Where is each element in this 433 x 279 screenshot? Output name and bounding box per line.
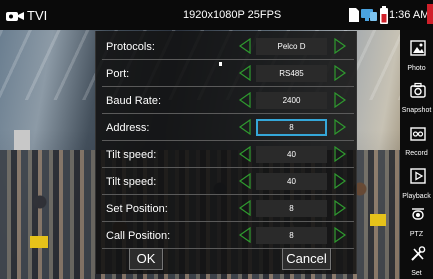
row-label: Set Position: — [106, 203, 168, 215]
settings-row-set-position: Set Position: 8 — [96, 195, 358, 222]
sd-card-icon — [349, 8, 359, 27]
row-label: Tilt speed: — [106, 149, 157, 161]
cancel-button[interactable]: Cancel — [282, 248, 331, 270]
photo-label: Photo — [407, 65, 426, 72]
row-label: Address: — [106, 122, 150, 134]
row-label: Call Position: — [106, 230, 171, 242]
decrement-arrow-icon[interactable] — [237, 37, 253, 55]
video-sign — [370, 214, 386, 226]
set-position-value[interactable]: 8 — [256, 200, 327, 217]
clock: 1:36 AM — [389, 9, 430, 21]
record-button[interactable]: Record — [400, 119, 433, 165]
baud-rate-value[interactable]: 2400 — [256, 92, 327, 109]
row-label: Protocols: — [106, 41, 155, 53]
input-source-label: TVI — [27, 8, 48, 23]
increment-arrow-icon[interactable] — [332, 172, 348, 190]
ptz-label: PTZ — [409, 231, 424, 238]
network-icon — [361, 8, 377, 27]
increment-arrow-icon[interactable] — [332, 226, 348, 244]
snapshot-label: Snapshot — [401, 107, 432, 114]
settings-row-address: Address: 8 — [96, 114, 358, 141]
row-label: Baud Rate: — [106, 95, 162, 107]
tilt-speed-value[interactable]: 40 — [256, 146, 327, 163]
photo-button[interactable]: Photo — [400, 34, 433, 80]
port-value[interactable]: RS485 — [256, 65, 327, 82]
row-label: Port: — [106, 68, 130, 80]
increment-arrow-icon[interactable] — [332, 37, 348, 55]
decrement-arrow-icon[interactable] — [237, 118, 253, 136]
decrement-arrow-icon[interactable] — [237, 64, 253, 82]
mouse-cursor — [219, 62, 222, 66]
row-label: Tilt speed: — [106, 176, 157, 188]
record-label: Record — [405, 150, 428, 157]
decrement-arrow-icon[interactable] — [237, 91, 253, 109]
settings-row-tilt-speed-2: Tilt speed: 40 — [96, 168, 358, 195]
increment-arrow-icon[interactable] — [332, 199, 348, 217]
ok-button[interactable]: OK — [129, 248, 163, 270]
snapshot-button[interactable]: Snapshot — [400, 76, 433, 122]
settings-row-port: Port: RS485 — [96, 60, 358, 87]
set-label: Set — [411, 270, 422, 277]
camera-icon — [6, 9, 24, 27]
video-screen — [14, 130, 30, 150]
increment-arrow-icon[interactable] — [332, 145, 348, 163]
video-sign — [30, 236, 48, 248]
settings-row-call-position: Call Position: 8 — [96, 222, 358, 249]
resolution-label: 1920x1080P 25FPS — [183, 9, 282, 21]
set-button[interactable]: Set — [400, 239, 433, 279]
decrement-arrow-icon[interactable] — [237, 199, 253, 217]
settings-row-protocols: Protocols: Pelco D — [96, 33, 358, 60]
increment-arrow-icon[interactable] — [332, 91, 348, 109]
playback-label: Playback — [402, 193, 431, 200]
protocol-value[interactable]: Pelco D — [256, 38, 327, 55]
decrement-arrow-icon[interactable] — [237, 145, 253, 163]
address-value[interactable]: 8 — [256, 119, 327, 136]
increment-arrow-icon[interactable] — [332, 64, 348, 82]
settings-row-baud-rate: Baud Rate: 2400 — [96, 87, 358, 114]
settings-row-tilt-speed: Tilt speed: 40 — [96, 141, 358, 168]
decrement-arrow-icon[interactable] — [237, 226, 253, 244]
record-indicator — [427, 4, 433, 24]
decrement-arrow-icon[interactable] — [237, 172, 253, 190]
increment-arrow-icon[interactable] — [332, 118, 348, 136]
battery-icon — [380, 6, 388, 29]
tilt-speed-value[interactable]: 40 — [256, 173, 327, 190]
tool-sidebar: Photo Snapshot Record Playback PTZ Set — [400, 30, 433, 279]
status-bar: TVI 1920x1080P 25FPS 1:36 AM — [0, 0, 433, 30]
ptz-settings-dialog: Protocols: Pelco D Port: RS485 Baud Rate… — [95, 31, 357, 274]
call-position-value[interactable]: 8 — [256, 227, 327, 244]
